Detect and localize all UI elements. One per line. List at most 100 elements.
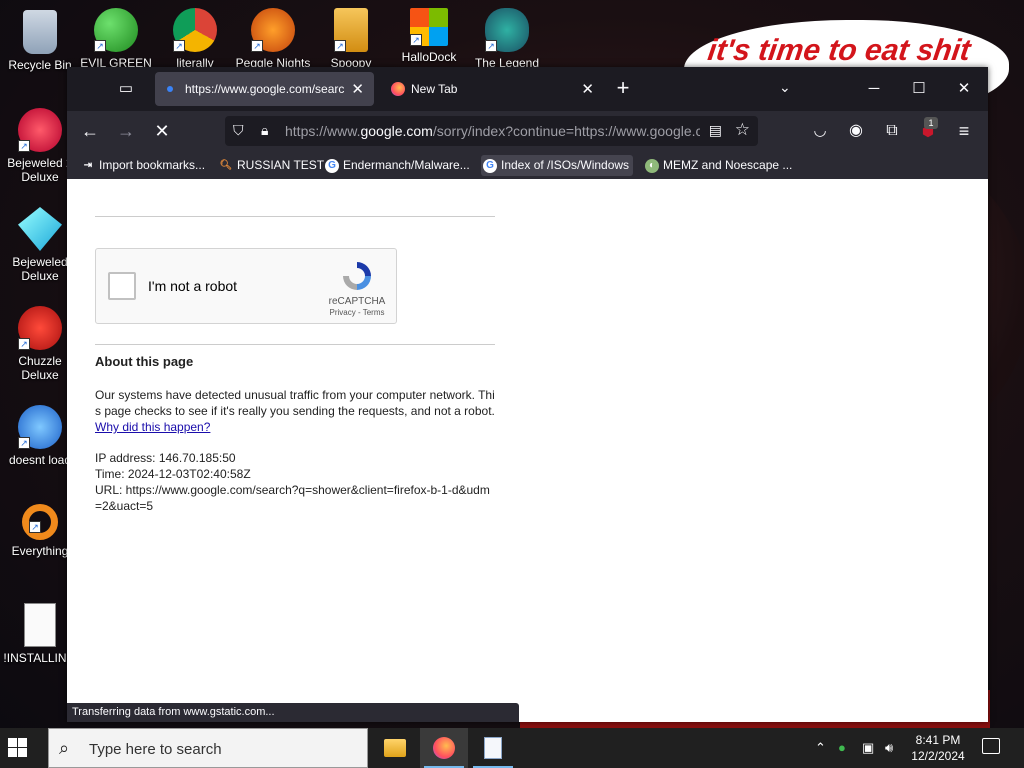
minimize-icon[interactable]: ─ [861, 77, 887, 101]
recaptcha-widget: I'm not a robot reCAPTCHA Privacy - Term… [95, 248, 397, 324]
back-arrow-icon[interactable]: ← [77, 119, 103, 145]
taskbar-firefox[interactable] [420, 728, 468, 768]
desktop-icon-label: HalloDock [401, 50, 457, 64]
search-icon: ⌕ [59, 738, 70, 758]
url-host: google.com [360, 123, 433, 139]
new-tab-plus-icon[interactable]: + [612, 77, 634, 101]
taskbar-search-box[interactable]: ⌕ Type here to search [48, 728, 368, 768]
divider [95, 216, 495, 217]
about-heading: About this page [95, 354, 194, 369]
ip-address-line: IP address: 146.70.185:50 [95, 451, 236, 465]
loading-dot-icon [167, 86, 173, 92]
captcha-checkbox[interactable] [108, 272, 136, 300]
tab-title: New Tab [411, 82, 458, 96]
desktop-icon-the-legend[interactable]: ↗ The Legend [467, 8, 547, 70]
firefox-window: ▭ https://www.google.com/search?q=shower… [67, 67, 988, 722]
list-all-tabs-chevron-icon[interactable]: ⌄ [779, 79, 791, 96]
bookmark-label: Import bookmarks... [99, 158, 206, 172]
url-line: URL: https://www.google.com/search?q=sho… [95, 483, 490, 513]
desktop-icon-recycle-bin[interactable]: Recycle Bin [0, 10, 80, 72]
bookmark-memz[interactable]: ◐ MEMZ and Noescape ... [643, 155, 792, 176]
bookmarks-toolbar: ⇥ Import bookmarks... 🔍︎ RUSSIAN TEST G … [67, 151, 988, 179]
windows-logo-icon: ↗ [410, 8, 448, 46]
unusual-traffic-text: Our systems have detected unusual traffi… [95, 388, 495, 418]
extensions-puzzle-icon[interactable]: ⧉ [879, 119, 905, 145]
site-favicon-icon: ◐ [645, 159, 659, 173]
chrome-icon: ↗ [173, 8, 217, 52]
maximize-icon[interactable]: ☐ [906, 77, 932, 101]
bookmark-star-icon[interactable]: ☆ [735, 120, 750, 140]
navigation-toolbar: ← → ✕ ⛉ 🔒︎ https://www.google.com/sorry/… [67, 111, 988, 151]
google-icon: G [325, 159, 339, 173]
tab-new-tab[interactable]: New Tab ✕ [381, 72, 604, 106]
bookmark-label: MEMZ and Noescape ... [663, 158, 793, 172]
reader-view-icon[interactable]: ▤ [709, 122, 722, 139]
url-prefix: https://www. [285, 123, 361, 139]
system-clock[interactable]: 8:41 PM 12/2/2024 [906, 732, 970, 764]
taskbar-notepad[interactable] [469, 728, 517, 768]
close-tab-icon[interactable]: ✕ [351, 80, 364, 98]
pocket-icon[interactable]: ◡ [807, 119, 833, 145]
tab-title: https://www.google.com/search?q=shower [185, 82, 345, 96]
tab-google-search[interactable]: https://www.google.com/search?q=shower ✕ [155, 72, 374, 106]
import-icon: ⇥ [83, 160, 93, 171]
time-line: Time: 2024-12-03T02:40:58Z [95, 467, 251, 481]
firefox-view-icon[interactable]: ▭ [115, 79, 137, 99]
desktop-icon-peggle[interactable]: ↗ Peggle Nights [233, 8, 313, 70]
taskbar-file-explorer[interactable] [371, 728, 419, 768]
page-content: I'm not a robot reCAPTCHA Privacy - Term… [67, 179, 988, 722]
show-hidden-icons-chevron-icon[interactable]: ⌃ [815, 740, 826, 756]
lock-icon[interactable]: 🔒︎ [261, 122, 268, 139]
unusual-traffic-paragraph: Our systems have detected unusual traffi… [95, 387, 495, 435]
taskbar: ⌕ Type here to search ⌃ ● ▣ 🔊︎ 8:41 PM 1… [0, 728, 1024, 768]
why-did-this-happen-link[interactable]: Why did this happen? [95, 420, 210, 434]
volume-icon[interactable]: 🔊︎ [885, 740, 893, 756]
user-icon[interactable]: ● [838, 740, 846, 755]
extension-badge: 1 [924, 117, 938, 129]
chuzzle-icon: ↗ [18, 306, 62, 350]
status-panel: Transferring data from www.gstatic.com..… [67, 703, 519, 722]
thunderbird-icon: ↗ [18, 405, 62, 449]
account-icon[interactable]: ◉ [843, 119, 869, 145]
firefox-icon [391, 82, 405, 96]
hamburger-menu-icon[interactable]: ≡ [951, 119, 977, 145]
bejeweled-icon [18, 207, 62, 251]
recycle-bin-icon [23, 10, 57, 54]
forward-arrow-icon[interactable]: → [113, 119, 139, 145]
search-placeholder: Type here to search [89, 741, 222, 758]
close-tab-icon[interactable]: ✕ [581, 80, 594, 98]
captcha-privacy-terms[interactable]: Privacy - Terms [318, 308, 396, 317]
divider [95, 344, 495, 345]
notepad-icon [484, 737, 502, 759]
desktop-icon-hallodock[interactable]: ↗ HalloDock [389, 8, 469, 64]
notification-center-icon[interactable] [982, 738, 1000, 754]
desktop-icon-literally[interactable]: ↗ literally [155, 8, 235, 70]
recaptcha-logo-icon [343, 262, 371, 290]
bookmark-russian-test[interactable]: 🔍︎ RUSSIAN TEST [217, 155, 325, 176]
network-icon[interactable]: ▣ [862, 740, 874, 756]
bookmark-endermanch[interactable]: G Endermanch/Malware... [323, 155, 470, 176]
text-file-icon [24, 603, 56, 647]
shield-icon[interactable]: ⛉ [233, 122, 244, 139]
users-icon: ↗ [94, 8, 138, 52]
character-icon: ↗ [485, 8, 529, 52]
folder-icon: ↗ [334, 8, 368, 52]
bookmark-isos-windows[interactable]: G Index of /ISOs/Windows [481, 155, 634, 176]
close-window-icon[interactable]: ✕ [951, 77, 977, 101]
bookmark-import[interactable]: ⇥ Import bookmarks... [79, 155, 205, 176]
desktop-icon-evil-green[interactable]: ↗ EVIL GREEN [76, 8, 156, 70]
desktop-icon-spoopy[interactable]: ↗ Spoopy [311, 8, 391, 70]
url-path: /sorry/index?continue=https://www.google… [432, 123, 700, 139]
bookmark-label: RUSSIAN TEST [237, 158, 325, 172]
stop-loading-icon[interactable]: ✕ [149, 119, 175, 145]
google-icon: G [483, 159, 497, 173]
bejeweled-2-icon: ↗ [18, 108, 62, 152]
url-bar[interactable]: ⛉ 🔒︎ https://www.google.com/sorry/index?… [225, 116, 758, 146]
captcha-brand: reCAPTCHA [328, 296, 386, 307]
url-text[interactable]: https://www.google.com/sorry/index?conti… [285, 123, 700, 139]
tab-bar: ▭ https://www.google.com/search?q=shower… [67, 67, 988, 111]
everything-search-icon: ↗ [22, 504, 58, 540]
firefox-icon [433, 737, 455, 759]
wallpaper-speech-text: it's time to eat shit [705, 34, 973, 67]
windows-start-icon[interactable] [8, 738, 28, 758]
